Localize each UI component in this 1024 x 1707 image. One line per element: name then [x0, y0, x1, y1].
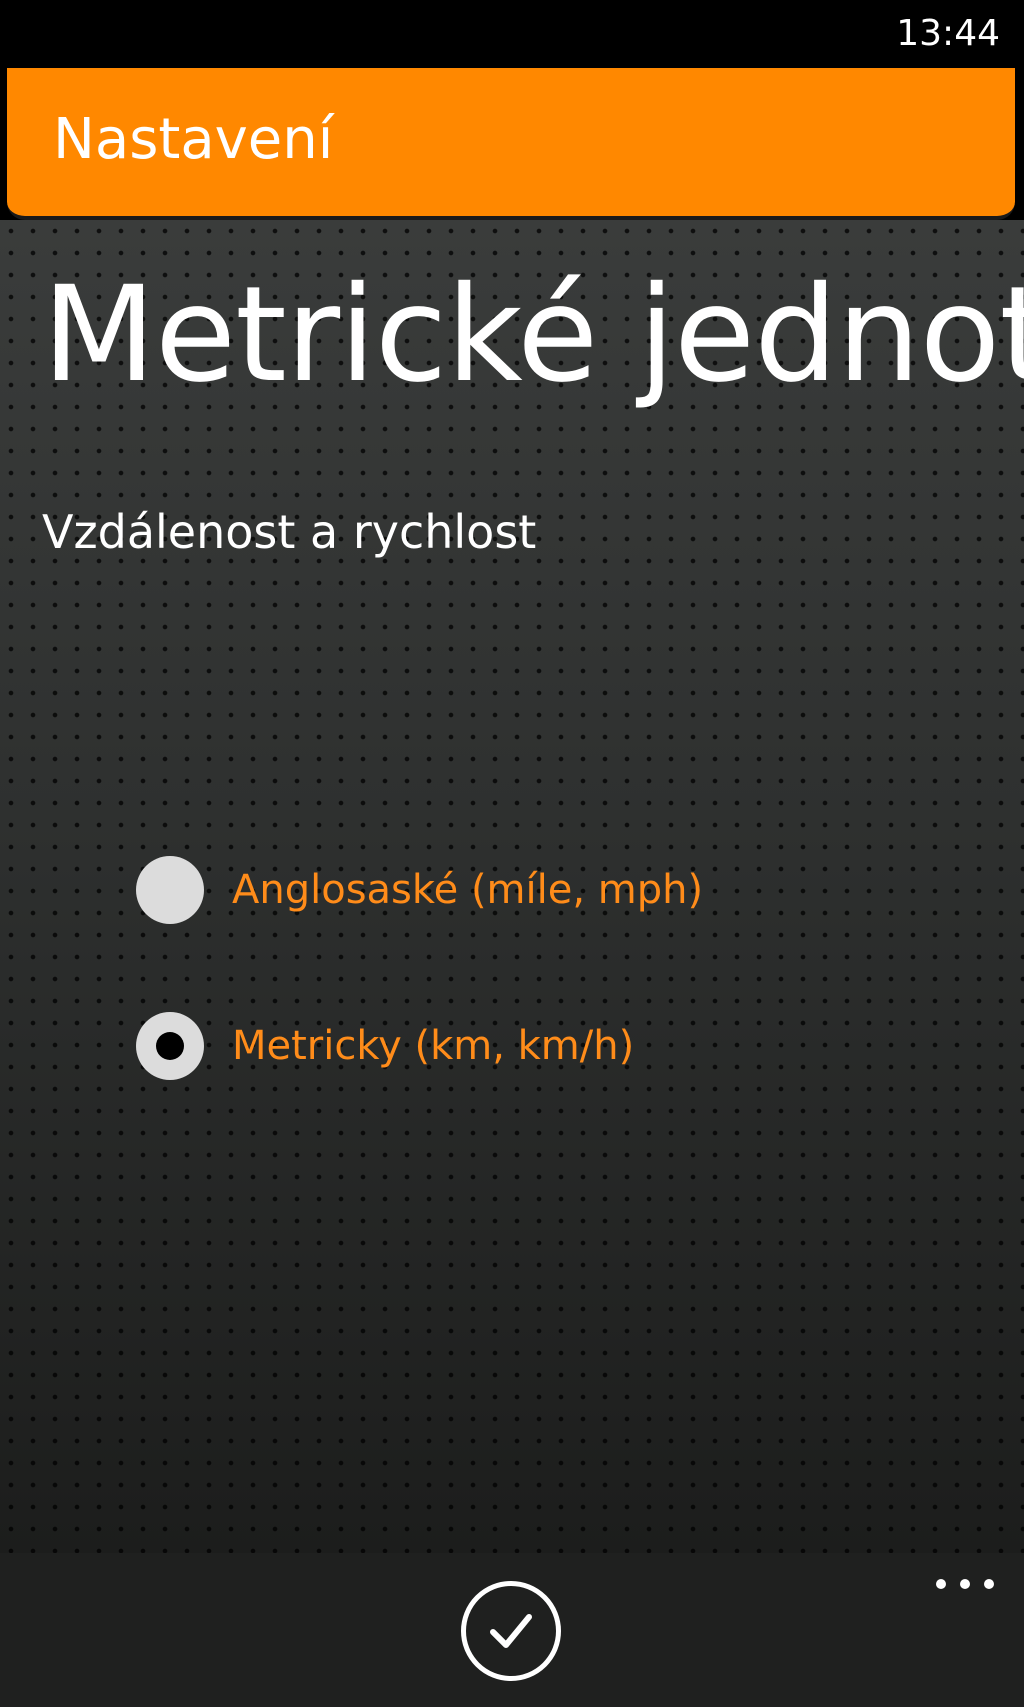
status-time: 13:44: [896, 13, 1000, 54]
ellipsis-icon: [984, 1579, 994, 1589]
status-bar: 13:44: [0, 0, 1024, 68]
radio-button-icon[interactable]: [136, 1012, 204, 1080]
radio-option-label[interactable]: Metricky (km, km/h): [232, 1018, 634, 1074]
page-title: Metrické jednotky: [42, 258, 1024, 412]
ellipsis-icon: [936, 1579, 946, 1589]
units-group-label: Vzdálenost a rychlost: [42, 505, 537, 559]
radio-option-label[interactable]: Anglosaské (míle, mph): [232, 862, 703, 918]
check-icon: [490, 1614, 532, 1648]
app-bar: [0, 1553, 1024, 1707]
radio-button-icon[interactable]: [136, 856, 204, 924]
ellipsis-icon: [960, 1579, 970, 1589]
confirm-button[interactable]: [461, 1581, 561, 1681]
radio-dot-icon: [156, 1032, 184, 1060]
radio-option-imperial[interactable]: Anglosaské (míle, mph): [136, 856, 896, 928]
settings-screen: 13:44 Nastavení Metrické jednotky Vzdále…: [0, 0, 1024, 1707]
radio-option-metric[interactable]: Metricky (km, km/h): [136, 1012, 896, 1084]
header-title: Nastavení: [53, 107, 334, 172]
more-options-button[interactable]: [930, 1569, 1000, 1599]
header-bar: Nastavení: [7, 68, 1015, 220]
settings-content: Metrické jednotky Vzdálenost a rychlost …: [0, 220, 1024, 1553]
